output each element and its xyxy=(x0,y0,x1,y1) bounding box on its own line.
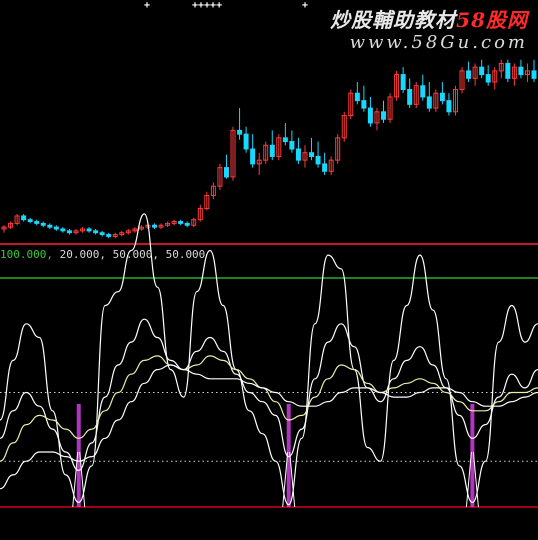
watermark-title: 炒股輔助教材58股网 xyxy=(330,4,528,33)
candle-down xyxy=(151,224,157,228)
candle-down xyxy=(243,133,249,150)
candle-down xyxy=(184,222,190,226)
watermark-brand: 58股网 xyxy=(456,8,528,32)
candle-down xyxy=(531,70,537,79)
candle-down xyxy=(47,224,53,228)
candle-down xyxy=(322,163,328,172)
top-marker-2: +++++ xyxy=(192,0,223,11)
candle-down xyxy=(479,66,485,76)
candle-down xyxy=(407,88,413,105)
candle-down xyxy=(485,74,491,83)
candle-down xyxy=(223,167,229,178)
candle-down xyxy=(361,100,367,109)
candle-down xyxy=(53,226,59,230)
candle-down xyxy=(439,92,445,102)
candle-down xyxy=(466,70,472,79)
candle-down xyxy=(354,92,360,102)
candle-down xyxy=(106,234,112,237)
candle-down xyxy=(250,148,256,165)
candle-down xyxy=(518,66,524,76)
candle-down xyxy=(289,141,295,150)
candle-down xyxy=(367,107,373,124)
candle-down xyxy=(34,221,40,224)
candle-down xyxy=(400,74,406,90)
candle-down xyxy=(93,230,99,234)
candle-down xyxy=(178,221,184,224)
watermark-prefix: 炒股輔助教材 xyxy=(330,8,457,32)
candle-down xyxy=(60,228,66,232)
candle-down xyxy=(237,129,243,135)
indicator-params: 100.000, 20.000, 50.000, 50.000 xyxy=(0,248,205,261)
candlestick-panel xyxy=(1,59,537,239)
candle-down xyxy=(381,111,387,120)
candle-down xyxy=(420,85,426,98)
indicator-param-first: 100.000, xyxy=(0,248,53,261)
candle-down xyxy=(295,148,301,161)
stock-chart xyxy=(0,59,538,508)
candle-down xyxy=(21,215,27,221)
candle-down xyxy=(315,155,321,165)
candle-down xyxy=(66,230,72,234)
candle-down xyxy=(40,222,46,226)
candle-down xyxy=(309,152,315,157)
candle-down xyxy=(282,137,288,143)
candle-down xyxy=(99,232,105,236)
candle-down xyxy=(505,62,511,79)
watermark-url: www.58Gu.com xyxy=(349,32,528,53)
candle-down xyxy=(27,219,33,223)
top-marker-3: + xyxy=(302,0,309,11)
candle-down xyxy=(446,100,452,113)
candle-down xyxy=(86,228,92,232)
candle-down xyxy=(426,96,432,109)
candle-down xyxy=(269,144,275,157)
top-marker-1: + xyxy=(144,0,151,11)
indicator-param-rest: 20.000, 50.000, 50.000 xyxy=(59,248,206,261)
